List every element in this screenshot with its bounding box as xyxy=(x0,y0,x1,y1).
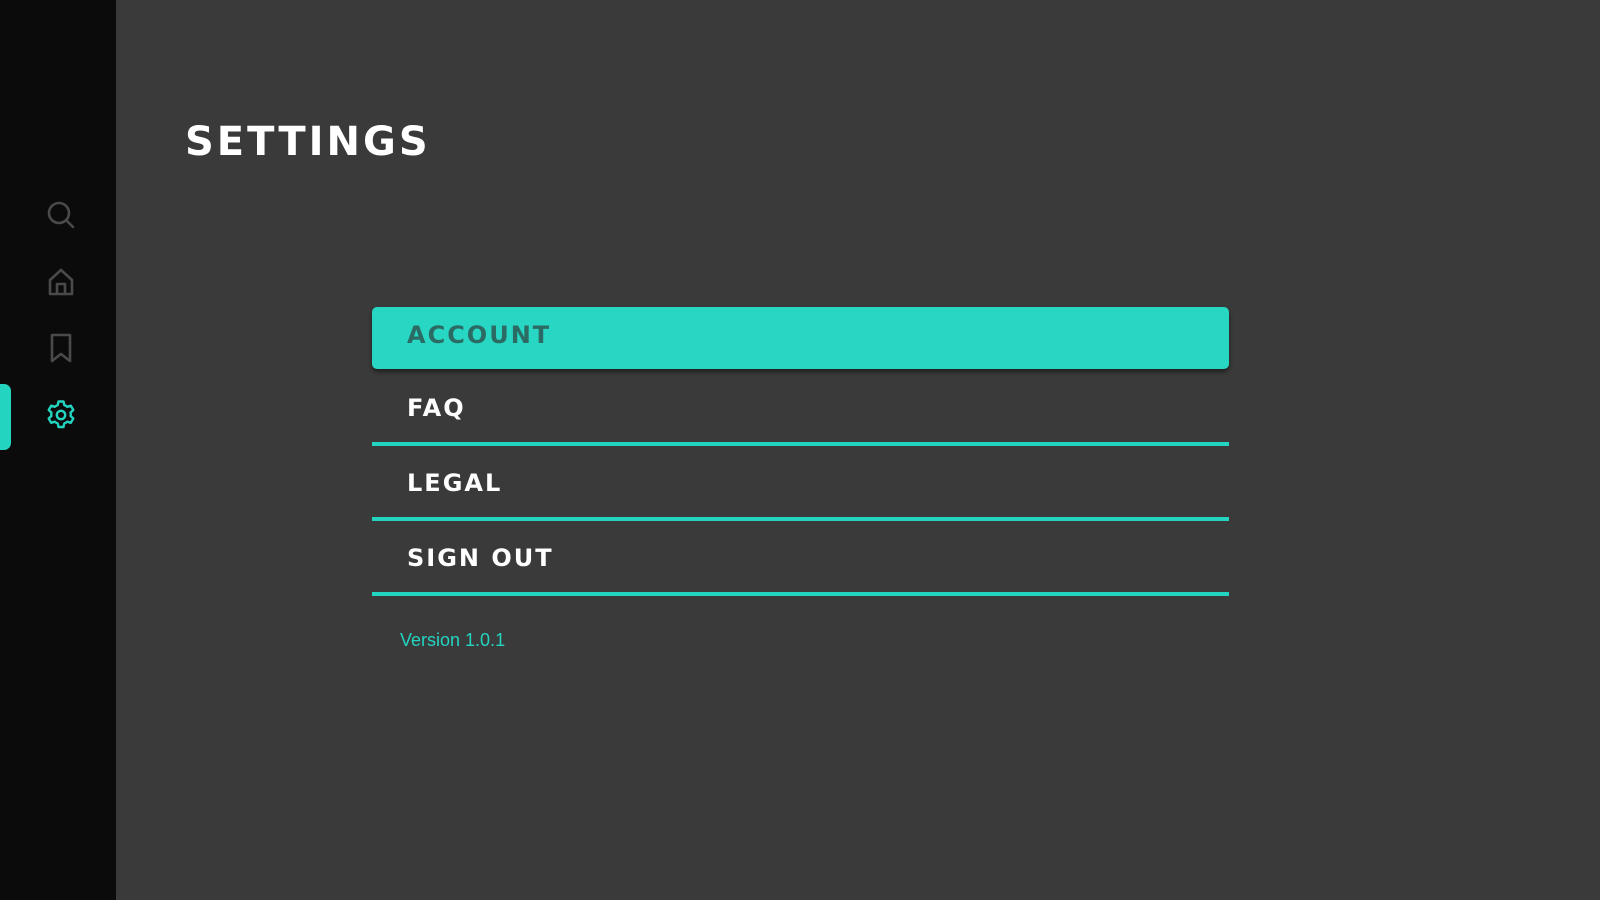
gear-icon xyxy=(39,399,77,435)
sidebar-item-home[interactable] xyxy=(0,260,116,308)
settings-menu: ACCOUNT FAQ LEGAL SIGN OUT xyxy=(372,307,1229,607)
search-icon xyxy=(39,199,77,235)
menu-item-legal[interactable]: LEGAL xyxy=(372,457,1229,521)
sidebar xyxy=(0,0,116,900)
sidebar-item-search[interactable] xyxy=(0,193,116,241)
menu-item-sign-out[interactable]: SIGN OUT xyxy=(372,532,1229,596)
bookmark-icon xyxy=(39,332,77,368)
menu-item-label: LEGAL xyxy=(407,469,503,497)
home-icon xyxy=(39,266,77,302)
menu-item-faq[interactable]: FAQ xyxy=(372,382,1229,446)
version-label: Version 1.0.1 xyxy=(400,630,506,650)
menu-item-label: FAQ xyxy=(407,394,466,422)
page-title: SETTINGS xyxy=(185,119,431,165)
menu-item-account[interactable]: ACCOUNT xyxy=(372,307,1229,369)
sidebar-item-settings[interactable] xyxy=(0,393,116,441)
sidebar-item-bookmarks[interactable] xyxy=(0,326,116,374)
menu-item-label: ACCOUNT xyxy=(407,321,552,349)
app-window: SETTINGS ACCOUNT FAQ LEGAL SIGN OUT Vers… xyxy=(0,0,1600,900)
menu-item-label: SIGN OUT xyxy=(407,544,554,572)
